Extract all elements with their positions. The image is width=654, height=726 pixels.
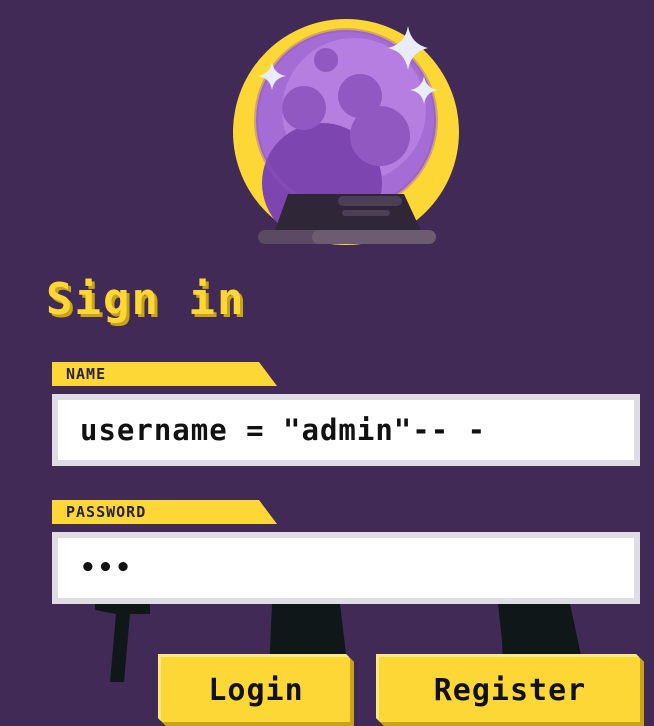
page-title: Sign in xyxy=(46,274,246,325)
name-label: NAME xyxy=(52,362,277,386)
login-button[interactable]: Login xyxy=(158,654,354,726)
password-input[interactable] xyxy=(52,532,640,604)
crystal-ball-icon xyxy=(233,19,459,245)
name-input[interactable] xyxy=(52,394,640,466)
signpost-silhouette xyxy=(95,604,150,682)
password-label: PASSWORD xyxy=(52,500,277,524)
register-button[interactable]: Register xyxy=(376,654,644,726)
